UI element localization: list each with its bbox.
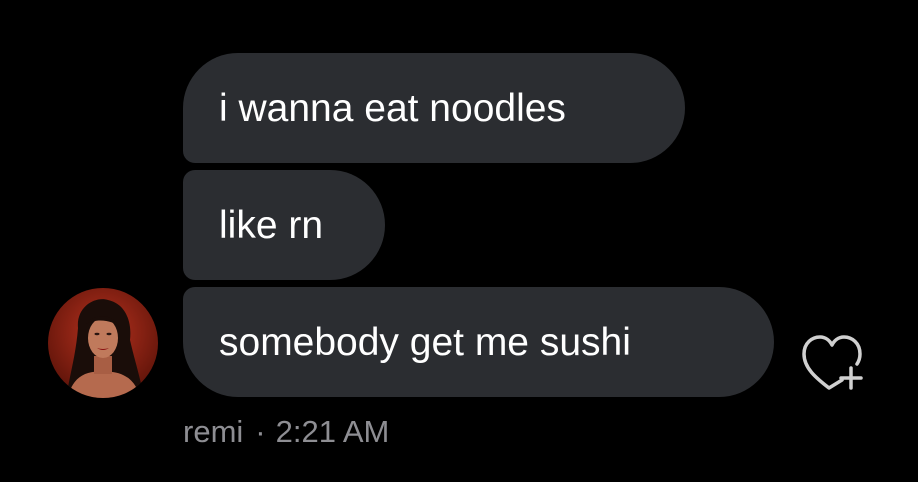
avatar[interactable] xyxy=(48,288,158,398)
separator: · xyxy=(255,414,266,449)
sender-name[interactable]: remi xyxy=(183,414,243,449)
message-meta: remi · 2:21 AM xyxy=(183,414,389,450)
message-text: somebody get me sushi xyxy=(219,320,631,364)
message-bubble[interactable]: i wanna eat noodles xyxy=(183,53,685,163)
message-text: i wanna eat noodles xyxy=(219,86,566,130)
message-text: like rn xyxy=(219,203,324,247)
add-reaction-button[interactable] xyxy=(800,330,866,392)
profile-photo-icon xyxy=(48,288,158,398)
message-bubble[interactable]: like rn xyxy=(183,170,385,280)
message-bubble[interactable]: somebody get me sushi xyxy=(183,287,774,397)
heart-plus-icon xyxy=(802,335,863,390)
timestamp: 2:21 AM xyxy=(275,414,390,449)
